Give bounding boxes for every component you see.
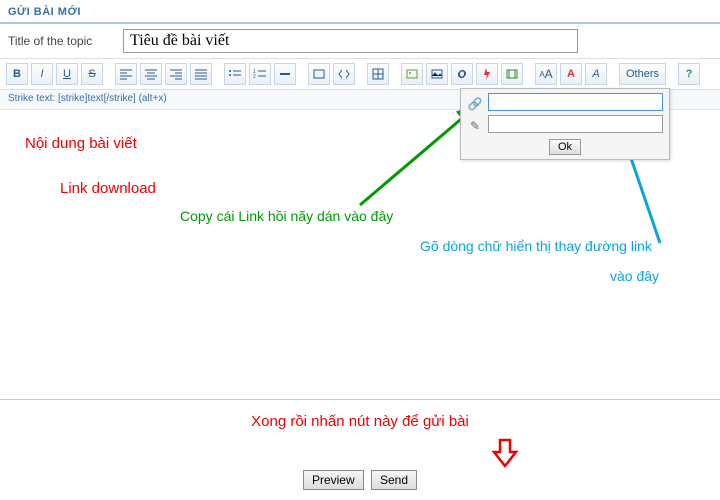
others-button[interactable]: Others — [619, 63, 666, 85]
align-right-button[interactable] — [165, 63, 187, 85]
table-button[interactable] — [367, 63, 389, 85]
title-input[interactable] — [123, 29, 578, 53]
red-arrow-icon — [490, 438, 520, 468]
link-icon: 🔗 — [465, 97, 485, 111]
annotation-content: Nội dung bài viết — [25, 135, 137, 152]
italic-button[interactable]: I — [31, 63, 53, 85]
title-row: Title of the topic — [0, 24, 720, 59]
annotation-copy: Copy cái Link hồi nãy dán vào đây — [180, 208, 393, 224]
link-text-input[interactable] — [488, 115, 663, 133]
list-bullet-button[interactable] — [224, 63, 246, 85]
align-center-button[interactable] — [140, 63, 162, 85]
quote-button[interactable] — [308, 63, 330, 85]
list-number-button[interactable]: 12 — [249, 63, 271, 85]
link-button[interactable] — [451, 63, 473, 85]
image-button[interactable] — [426, 63, 448, 85]
svg-text:2: 2 — [253, 74, 256, 80]
font-family-button[interactable]: A — [585, 63, 607, 85]
toolbar: B I U S 12 AA A A Others ? — [0, 59, 720, 90]
hr-button[interactable] — [274, 63, 296, 85]
video-button[interactable] — [501, 63, 523, 85]
link-url-input[interactable] — [488, 93, 663, 111]
annotation-into: vào đây — [610, 268, 659, 284]
underline-button[interactable]: U — [56, 63, 78, 85]
annotation-send: Xong rồi nhấn nút này để gửi bài — [0, 413, 720, 430]
help-button[interactable]: ? — [678, 63, 700, 85]
font-color-button[interactable]: A — [560, 63, 582, 85]
panel-header: GỬI BÀI MỚI — [0, 0, 720, 24]
align-justify-button[interactable] — [190, 63, 212, 85]
preview-button[interactable]: Preview — [303, 470, 364, 490]
annotation-link-dl: Link download — [60, 180, 156, 197]
link-popup: 🔗 ✎ Ok — [460, 88, 670, 160]
align-left-button[interactable] — [115, 63, 137, 85]
image-host-button[interactable] — [401, 63, 423, 85]
flash-button[interactable] — [476, 63, 498, 85]
font-size-button[interactable]: AA — [535, 63, 557, 85]
strike-button[interactable]: S — [81, 63, 103, 85]
popup-ok-button[interactable]: Ok — [549, 139, 581, 155]
text-icon: ✎ — [465, 119, 485, 133]
code-button[interactable] — [333, 63, 355, 85]
footer-buttons: Preview Send — [0, 470, 720, 490]
send-button[interactable]: Send — [371, 470, 417, 490]
annotation-type: Gõ dòng chữ hiển thị thay đường link — [420, 238, 652, 254]
bold-button[interactable]: B — [6, 63, 28, 85]
title-label: Title of the topic — [8, 34, 123, 48]
